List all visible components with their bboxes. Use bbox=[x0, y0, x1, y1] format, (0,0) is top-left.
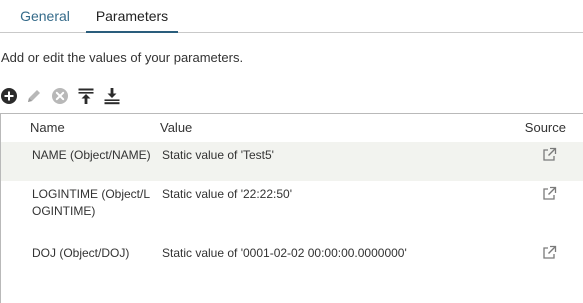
parameter-value: Static value of 'Test5' bbox=[162, 148, 274, 162]
column-header-source[interactable]: Source bbox=[525, 120, 566, 135]
remove-icon bbox=[52, 88, 68, 104]
open-source-button[interactable] bbox=[542, 147, 558, 163]
column-header-name[interactable]: Name bbox=[30, 120, 65, 135]
description-text: Add or edit the values of your parameter… bbox=[1, 50, 244, 65]
move-to-bottom-icon bbox=[104, 88, 120, 105]
parameter-name: LOGINTIME (Object/LOGINTIME) bbox=[32, 187, 151, 218]
parameters-toolbar bbox=[0, 86, 140, 108]
parameter-name: NAME (Object/NAME) bbox=[32, 148, 151, 162]
table-row[interactable]: LOGINTIME (Object/LOGINTIME) Static valu… bbox=[1, 181, 583, 240]
parameter-name: DOJ (Object/DOJ) bbox=[32, 246, 130, 260]
tab-bar: General Parameters bbox=[0, 0, 583, 33]
parameter-value: Static value of '22:22:50' bbox=[162, 187, 293, 201]
edit-parameter-button[interactable] bbox=[25, 87, 45, 107]
external-link-icon bbox=[543, 186, 557, 200]
add-icon bbox=[1, 88, 17, 104]
open-source-button[interactable] bbox=[542, 186, 558, 202]
tab-general[interactable]: General bbox=[10, 0, 80, 32]
move-to-top-icon bbox=[78, 88, 94, 104]
parameters-table: Name Value Source NAME (Object/NAME) Sta… bbox=[0, 113, 583, 303]
table-row[interactable]: DOJ (Object/DOJ) Static value of '0001-0… bbox=[1, 240, 583, 266]
external-link-icon bbox=[543, 245, 557, 259]
external-link-icon bbox=[543, 147, 557, 161]
edit-icon bbox=[28, 90, 40, 102]
column-header-value[interactable]: Value bbox=[160, 120, 192, 135]
parameter-value: Static value of '0001-02-02 00:00:00.000… bbox=[162, 246, 407, 260]
move-to-bottom-button[interactable] bbox=[103, 87, 123, 107]
table-header: Name Value Source bbox=[1, 114, 583, 142]
add-parameter-button[interactable] bbox=[0, 87, 20, 107]
move-to-top-button[interactable] bbox=[77, 87, 97, 107]
table-row[interactable]: NAME (Object/NAME) Static value of 'Test… bbox=[1, 142, 583, 181]
parameters-panel: General Parameters Add or edit the value… bbox=[0, 0, 583, 303]
open-source-button[interactable] bbox=[542, 245, 558, 261]
remove-parameter-button[interactable] bbox=[51, 87, 71, 107]
tab-parameters[interactable]: Parameters bbox=[86, 0, 178, 33]
